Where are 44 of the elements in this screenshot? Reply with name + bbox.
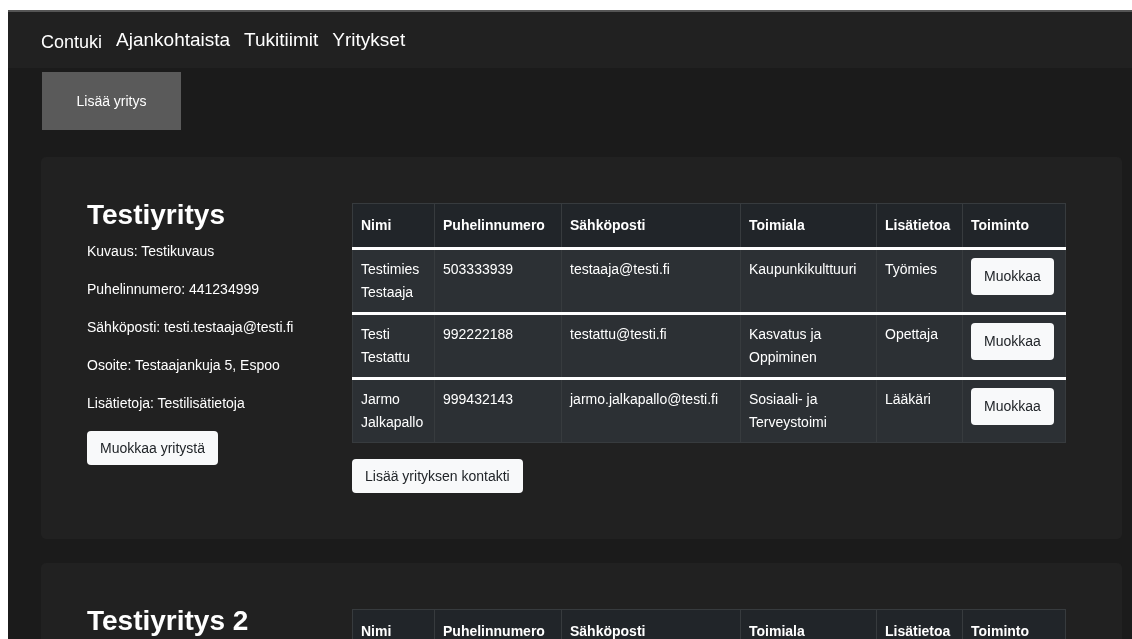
table-cell: Kasvatus ja Oppiminen: [740, 313, 877, 379]
table-cell: Sosiaali- ja Terveystoimi: [740, 378, 877, 443]
table-cell: Lääkäri: [876, 378, 963, 443]
edit-button[interactable]: Muokkaa: [971, 388, 1054, 425]
table-cell: testattu@testi.fi: [561, 313, 741, 379]
table-cell: Testimies Testaaja: [352, 248, 435, 314]
column-header: Lisätietoa: [876, 609, 963, 639]
column-header: Nimi: [352, 609, 435, 639]
edit-company-button[interactable]: Muokkaa yritystä: [87, 431, 219, 465]
nav-link[interactable]: Yritykset: [332, 29, 406, 51]
column-header: Lisätietoa: [876, 203, 963, 249]
add-company-button[interactable]: Lisää yritys: [42, 72, 181, 130]
table-cell: Kaupunkikulttuuri: [740, 248, 877, 314]
column-header: Puhelinnumero: [434, 609, 562, 639]
table-cell: 999432143: [434, 378, 562, 443]
add-contact-button[interactable]: Lisää yrityksen kontakti: [352, 459, 523, 493]
nav-link[interactable]: Ajankohtaista: [116, 29, 231, 51]
column-header: Toiminto: [962, 609, 1066, 639]
company-detail: Kuvaus: Testikuvaus: [87, 242, 216, 261]
company-detail: Lisätietoja: Testilisätietoja: [87, 394, 246, 413]
column-header: Nimi: [352, 203, 435, 249]
brand-link[interactable]: Contuki: [41, 31, 103, 53]
table-cell: testaaja@testi.fi: [561, 248, 741, 314]
table-cell: Jarmo Jalkapallo: [352, 378, 435, 443]
table-cell: 503333939: [434, 248, 562, 314]
column-header: Toimiala: [740, 203, 877, 249]
edit-button[interactable]: Muokkaa: [971, 258, 1054, 295]
column-header: Toimiala: [740, 609, 877, 639]
table-cell: jarmo.jalkapallo@testi.fi: [561, 378, 741, 443]
company-detail: Puhelinnumero: 441234999: [87, 280, 261, 299]
table-cell: Opettaja: [876, 313, 963, 379]
table-cell: Testi Testattu: [352, 313, 435, 379]
company-name: Testiyritys 2: [87, 605, 250, 637]
company-detail: Osoite: Testaajankuja 5, Espoo: [87, 356, 281, 375]
company-detail: Sähköposti: testi.testaaja@testi.fi: [87, 318, 295, 337]
column-header: Toiminto: [962, 203, 1066, 249]
edit-button[interactable]: Muokkaa: [971, 323, 1054, 360]
column-header: Sähköposti: [561, 609, 741, 639]
table-cell: 992222188: [434, 313, 562, 379]
table-cell: Työmies: [876, 248, 963, 314]
nav-link[interactable]: Tukitiimit: [244, 29, 319, 51]
company-name: Testiyritys: [87, 199, 226, 231]
column-header: Sähköposti: [561, 203, 741, 249]
column-header: Puhelinnumero: [434, 203, 562, 249]
